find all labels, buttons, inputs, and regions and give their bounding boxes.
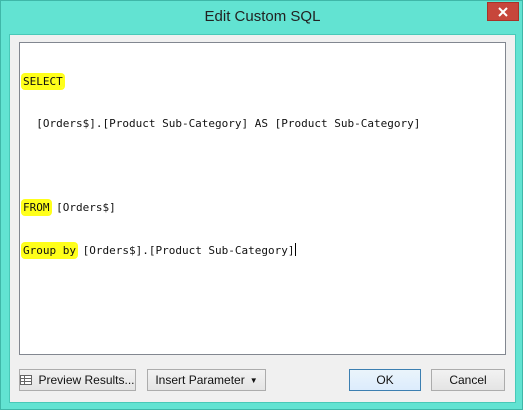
preview-results-label: Preview Results... — [38, 373, 135, 387]
insert-parameter-button[interactable]: Insert Parameter ▼ — [147, 369, 266, 391]
edit-custom-sql-dialog: Edit Custom SQL SELECT [Orders$].[Produc… — [0, 0, 523, 410]
close-button[interactable] — [487, 2, 519, 21]
sql-text: [Orders$] — [49, 201, 116, 214]
sql-line: SELECT — [23, 75, 505, 89]
sql-text: [Orders$].[Product Sub-Category] AS [Pro… — [23, 117, 421, 130]
sql-text: [Orders$].[Product Sub-Category] — [75, 244, 295, 257]
sql-line — [23, 159, 505, 173]
dialog-title: Edit Custom SQL — [204, 8, 321, 25]
text-caret — [294, 243, 296, 256]
preview-results-button[interactable]: Preview Results... — [19, 369, 136, 391]
cancel-button[interactable]: Cancel — [431, 369, 505, 391]
sql-keyword: Group by — [23, 244, 76, 257]
sql-line: [Orders$].[Product Sub-Category] AS [Pro… — [23, 117, 505, 131]
dialog-body: SELECT [Orders$].[Product Sub-Category] … — [9, 34, 516, 403]
sql-keyword: SELECT — [23, 75, 63, 88]
insert-parameter-label: Insert Parameter — [155, 373, 245, 387]
dropdown-arrow-icon: ▼ — [249, 375, 258, 385]
sql-line: FROM [Orders$] — [23, 201, 505, 215]
table-grid-icon — [20, 375, 33, 385]
sql-line: Group by [Orders$].[Product Sub-Category… — [23, 243, 505, 257]
ok-button[interactable]: OK — [349, 369, 421, 391]
title-bar[interactable]: Edit Custom SQL — [1, 1, 523, 34]
sql-editor[interactable]: SELECT [Orders$].[Product Sub-Category] … — [19, 42, 506, 355]
sql-keyword: FROM — [23, 201, 50, 214]
cancel-label: Cancel — [449, 373, 487, 387]
ok-label: OK — [376, 373, 394, 387]
close-icon — [498, 6, 508, 17]
